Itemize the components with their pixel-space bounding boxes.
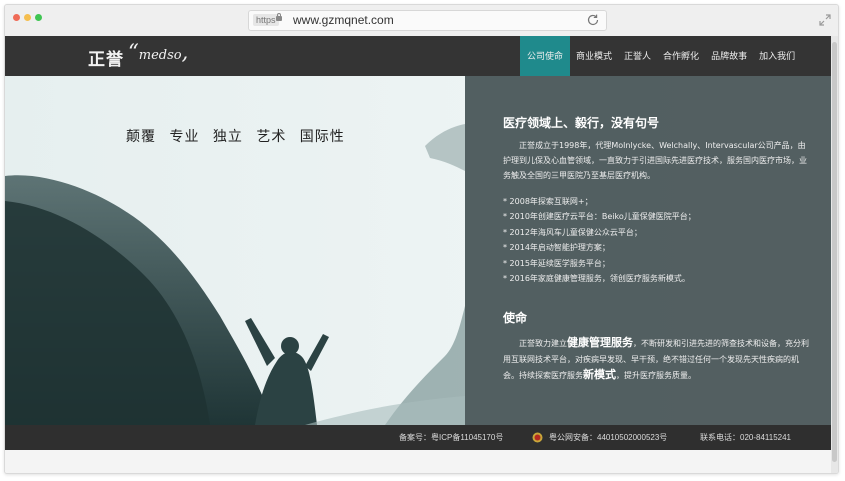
mission-text: 正誉致力建立健康管理服务，不断研发和引进先进的筛查技术和设备，充分利用互联网技术…	[503, 336, 809, 381]
milestone-item: * 2012年海风车儿童保健公众云平台；	[503, 227, 642, 237]
https-label: https	[253, 14, 279, 26]
main-navigation: 公司使命 商业模式 正誉人 合作孵化 品牌故事 加入我们	[520, 36, 801, 76]
contact-phone: 联系电话：020-84115241	[700, 433, 792, 442]
browser-window: https www.gzmqnet.com 正誉 “medso, 公司使命 商业模…	[4, 4, 839, 474]
hero-section: 颠覆 专业 独立 艺术 国际性 医疗领域上、毅行，没有句号 正誉成立于1998年…	[5, 76, 831, 425]
milestone-item: * 2014年启动智能护理方案；	[503, 243, 610, 253]
company-intro: 正誉成立于1998年，代理Molnlycke、Welchally、Interva…	[503, 141, 807, 180]
nav-item-1[interactable]: 公司使命	[520, 36, 571, 76]
close-window-dot[interactable]	[13, 14, 20, 21]
police-record-link[interactable]: 粤公网安备：44010502000523号	[549, 425, 667, 450]
fullscreen-icon[interactable]	[819, 14, 831, 26]
site-header: 正誉 “medso, 公司使命 商业模式 正誉人 合作孵化 品牌故事 加入我们	[5, 36, 831, 76]
nav-item-3[interactable]: 正誉人	[618, 36, 657, 76]
police-badge-icon	[532, 432, 543, 443]
scrollbar-thumb[interactable]	[832, 42, 837, 462]
web-page: 正誉 “medso, 公司使命商业模式正誉人合作孵化品牌故事加入我们	[5, 36, 838, 473]
nav-item-4[interactable]: 合作孵化	[657, 36, 705, 76]
mission-highlight-model: 新模式	[583, 368, 616, 381]
url-text[interactable]: www.gzmqnet.com	[293, 13, 394, 27]
minimize-window-dot[interactable]	[24, 14, 31, 21]
icp-record-link[interactable]: 备案号：粤ICP备11045170号	[399, 425, 503, 450]
maximize-window-dot[interactable]	[35, 14, 42, 21]
nav-item-5[interactable]: 品牌故事	[705, 36, 753, 76]
address-bar[interactable]: https www.gzmqnet.com	[248, 10, 607, 31]
mission-heading: 使命	[503, 311, 528, 325]
milestone-item: * 2008年探索互联网+；	[503, 197, 593, 206]
site-footer: 备案号：粤ICP备11045170号 粤公网安备：44010502000523号…	[5, 425, 831, 450]
milestone-item: * 2010年创建医疗云平台：Beiko儿童保健医院平台；	[503, 212, 696, 222]
milestone-item: * 2015年延续医学服务平台；	[503, 258, 610, 268]
browser-toolbar: https www.gzmqnet.com	[5, 5, 838, 37]
hero-slogan: 颠覆 专业 独立 艺术 国际性	[126, 129, 345, 145]
panel-heading: 医疗领域上、毅行，没有句号	[503, 116, 660, 130]
nav-item-6[interactable]: 加入我们	[753, 36, 801, 76]
company-info-panel: 医疗领域上、毅行，没有句号 正誉成立于1998年，代理Molnlycke、Wel…	[465, 76, 831, 425]
milestone-item: * 2016年家庭健康管理服务，领创医疗服务新模式。	[503, 274, 690, 284]
mission-highlight-health: 健康管理服务	[567, 336, 633, 349]
nav-item-2[interactable]: 商业模式	[570, 36, 618, 76]
logo-chinese[interactable]: 正誉	[88, 45, 124, 70]
reload-icon[interactable]	[586, 13, 600, 27]
logo-english[interactable]: “medso,	[128, 40, 188, 64]
lock-icon	[276, 13, 282, 21]
milestone-list: * 2008年探索互联网+； * 2010年创建医疗云平台：Beiko儿童保健医院…	[503, 194, 813, 286]
